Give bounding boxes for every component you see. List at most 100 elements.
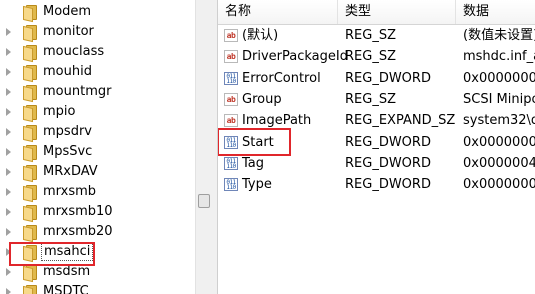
string-value-icon: ab xyxy=(224,92,238,106)
tree-item-label: MRxDAV xyxy=(43,164,98,179)
string-value-icon: ab xyxy=(224,50,238,64)
tree-item-label: mouhid xyxy=(43,64,92,79)
tree-item-label: msdsm xyxy=(43,264,91,279)
value-row-driverpackageid[interactable]: ab DriverPackageIdREG_SZ mshdc.inf_am xyxy=(218,46,535,67)
tree-item-label: Modem xyxy=(43,4,92,19)
tree-item-label: msahci xyxy=(41,242,94,261)
folder-icon xyxy=(23,265,39,283)
tree-item-mpio[interactable]: mpio xyxy=(0,102,195,123)
tree-item-label: MSDTC xyxy=(43,284,89,294)
value-type-cell: REG_DWORD xyxy=(345,70,431,86)
value-name-cell: Start xyxy=(242,134,274,150)
value-name-cell: Group xyxy=(242,91,282,107)
folder-icon xyxy=(23,125,39,143)
tree-item-mrxdav[interactable]: MRxDAV xyxy=(0,162,195,183)
string-value-icon: ab xyxy=(224,114,238,128)
folder-icon xyxy=(23,185,39,203)
tree-item-label: mrxsmb xyxy=(43,184,97,199)
expand-arrow-icon[interactable] xyxy=(6,108,11,116)
value-name-cell: Tag xyxy=(242,155,265,171)
tree-item-label: mouclass xyxy=(43,44,105,59)
tree-item-msdsm[interactable]: msdsm xyxy=(0,262,195,283)
tree-item-mrxsmb10[interactable]: mrxsmb10 xyxy=(0,202,195,223)
value-type-cell: REG_SZ xyxy=(345,49,396,65)
tree-item-modem[interactable]: Modem xyxy=(0,2,195,23)
tree-item-monitor[interactable]: monitor xyxy=(0,22,195,43)
value-data-cell: 0x00000000 xyxy=(463,134,535,150)
tree-item-label: mrxsmb10 xyxy=(43,204,113,219)
value-name-cell: Type xyxy=(242,177,272,193)
tree-item-label: mpsdrv xyxy=(43,124,92,139)
expand-arrow-icon[interactable] xyxy=(6,268,11,276)
tree-item-label: mpio xyxy=(43,104,76,119)
expand-arrow-icon[interactable] xyxy=(6,48,11,56)
value-type-cell: REG_SZ xyxy=(345,28,396,43)
value-data-cell: system32\dri xyxy=(463,113,535,129)
column-header-name[interactable]: 名称 xyxy=(218,0,338,24)
value-data-cell: 0x00000001 xyxy=(463,177,535,193)
dword-value-icon: 011 110 xyxy=(224,135,238,149)
folder-icon xyxy=(23,145,39,163)
expand-arrow-icon[interactable] xyxy=(6,248,11,256)
value-data-cell: SCSI Miniport xyxy=(463,91,535,107)
expand-arrow-icon[interactable] xyxy=(6,68,11,76)
folder-icon xyxy=(23,25,39,43)
tree-item-mpssvc[interactable]: MpsSvc xyxy=(0,142,195,163)
tree-item-msdtc[interactable]: MSDTC xyxy=(0,282,195,294)
folder-icon xyxy=(23,85,39,103)
expand-arrow-icon[interactable] xyxy=(6,188,11,196)
scrollbar-thumb[interactable] xyxy=(198,194,210,208)
tree-item-msahci[interactable]: msahci xyxy=(0,242,195,263)
folder-icon xyxy=(23,245,39,263)
folder-icon xyxy=(23,5,39,23)
string-value-icon: ab xyxy=(224,29,238,42)
folder-icon xyxy=(23,105,39,123)
dword-value-icon: 011 110 xyxy=(224,71,238,85)
registry-values-list[interactable]: 名称 类型 数据 ab (默认) REG_SZ (数值未设置) ab DriverPack… xyxy=(218,0,535,294)
folder-icon xyxy=(23,165,39,183)
registry-key-tree[interactable]: Modem monitor mouclass mouhid mountmgr mpio mp… xyxy=(0,0,195,294)
tree-item-mouhid[interactable]: mouhid xyxy=(0,62,195,83)
dword-value-icon: 011 110 xyxy=(224,156,238,170)
tree-item-label: mountmgr xyxy=(43,84,112,99)
expand-arrow-icon[interactable] xyxy=(6,28,11,36)
value-row-type[interactable]: 011110 Type REG_DWORD 0x00000001 xyxy=(218,174,535,195)
tree-item-mrxsmb[interactable]: mrxsmb xyxy=(0,182,195,203)
tree-vertical-scrollbar[interactable] xyxy=(195,0,213,294)
tree-item-mrxsmb20[interactable]: mrxsmb20 xyxy=(0,222,195,243)
value-row-imagepath[interactable]: ab ImagePath REG_EXPAND_SZ system32\dri xyxy=(218,110,535,131)
value-data-cell: 0x00000003 xyxy=(463,70,535,86)
expand-arrow-icon[interactable] xyxy=(6,208,11,216)
value-type-cell: REG_EXPAND_SZ xyxy=(345,113,456,129)
expand-arrow-icon[interactable] xyxy=(6,128,11,136)
value-row-errorcontrol[interactable]: 011110 ErrorControl REG_DWORD 0x00000003 xyxy=(218,68,535,89)
expand-arrow-icon[interactable] xyxy=(6,88,11,96)
value-row-start[interactable]: 011110 Start REG_DWORD 0x00000000 xyxy=(218,132,535,153)
list-header: 名称 类型 数据 xyxy=(218,0,535,25)
expand-arrow-icon[interactable] xyxy=(6,148,11,156)
value-row-group[interactable]: ab Group REG_SZ SCSI Miniport xyxy=(218,89,535,110)
folder-icon xyxy=(23,225,39,243)
tree-item-mouclass[interactable]: mouclass xyxy=(0,42,195,63)
value-name-cell: DriverPackageId xyxy=(242,49,348,65)
value-type-cell: REG_DWORD xyxy=(345,155,431,171)
expand-arrow-icon[interactable] xyxy=(6,228,11,236)
value-type-cell: REG_DWORD xyxy=(345,177,431,193)
folder-icon xyxy=(23,285,39,294)
column-header-type[interactable]: 类型 xyxy=(338,0,456,24)
tree-item-label: MpsSvc xyxy=(43,144,93,159)
folder-icon xyxy=(23,65,39,83)
value-row-[interactable]: ab (默认) REG_SZ (数值未设置) xyxy=(218,25,535,46)
value-name-cell: ErrorControl xyxy=(242,70,321,86)
tree-item-label: monitor xyxy=(43,24,94,39)
tree-item-mountmgr[interactable]: mountmgr xyxy=(0,82,195,103)
value-row-tag[interactable]: 011110 Tag REG_DWORD 0x00000040 xyxy=(218,153,535,174)
folder-icon xyxy=(23,45,39,63)
value-type-cell: REG_DWORD xyxy=(345,134,431,150)
value-name-cell: ImagePath xyxy=(242,113,312,129)
expand-arrow-icon[interactable] xyxy=(6,168,11,176)
tree-item-mpsdrv[interactable]: mpsdrv xyxy=(0,122,195,143)
folder-icon xyxy=(23,205,39,223)
expand-arrow-icon[interactable] xyxy=(6,288,11,294)
column-header-data[interactable]: 数据 xyxy=(456,0,535,24)
